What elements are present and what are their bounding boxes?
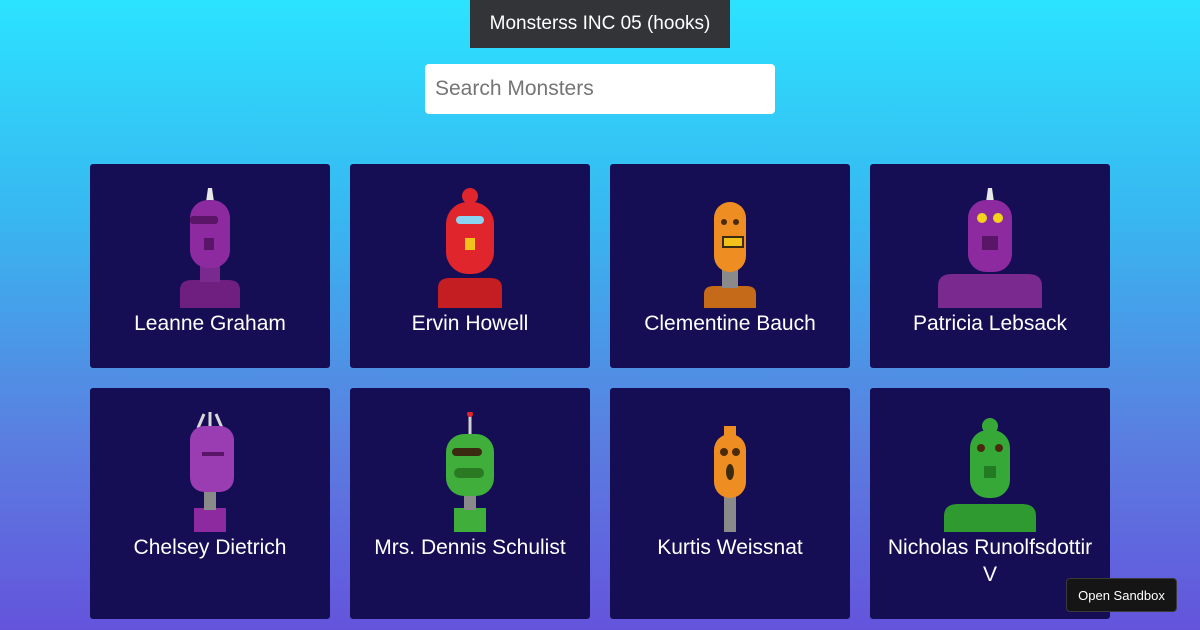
monster-card[interactable]: Patricia Lebsack — [870, 164, 1110, 368]
monster-card[interactable]: Chelsey Dietrich — [90, 388, 330, 619]
red-robot-avatar — [438, 188, 502, 308]
monster-card-list: Leanne Graham Ervin Howell Clementine Ba… — [90, 164, 1110, 619]
green-robot-avatar — [944, 418, 1036, 532]
monster-name: Patricia Lebsack — [912, 312, 1068, 335]
monster-name: Kurtis Weissnat — [657, 536, 803, 559]
monster-name: Ervin Howell — [411, 312, 529, 335]
monster-name: Clementine Bauch — [644, 312, 816, 335]
monster-name: Chelsey Dietrich — [133, 536, 287, 559]
monster-name: Mrs. Dennis Schulist — [374, 536, 566, 559]
purple-robot-avatar — [190, 412, 234, 532]
monster-card[interactable]: Kurtis Weissnat — [610, 388, 850, 619]
orange-robot-avatar — [704, 202, 756, 308]
monster-card[interactable]: Mrs. Dennis Schulist — [350, 388, 590, 619]
search-input[interactable] — [425, 64, 775, 114]
purple-robot-avatar — [938, 188, 1042, 308]
monster-card[interactable]: Clementine Bauch — [610, 164, 850, 368]
purple-robot-avatar — [180, 188, 240, 308]
orange-robot-avatar — [714, 426, 746, 532]
monster-name: Leanne Graham — [134, 312, 286, 335]
monster-card[interactable]: Leanne Graham — [90, 164, 330, 368]
app-title: Monsterss INC 05 (hooks) — [470, 0, 730, 48]
monster-card[interactable]: Ervin Howell — [350, 164, 590, 368]
green-robot-avatar — [446, 412, 494, 532]
open-sandbox-button[interactable]: Open Sandbox — [1066, 578, 1177, 612]
